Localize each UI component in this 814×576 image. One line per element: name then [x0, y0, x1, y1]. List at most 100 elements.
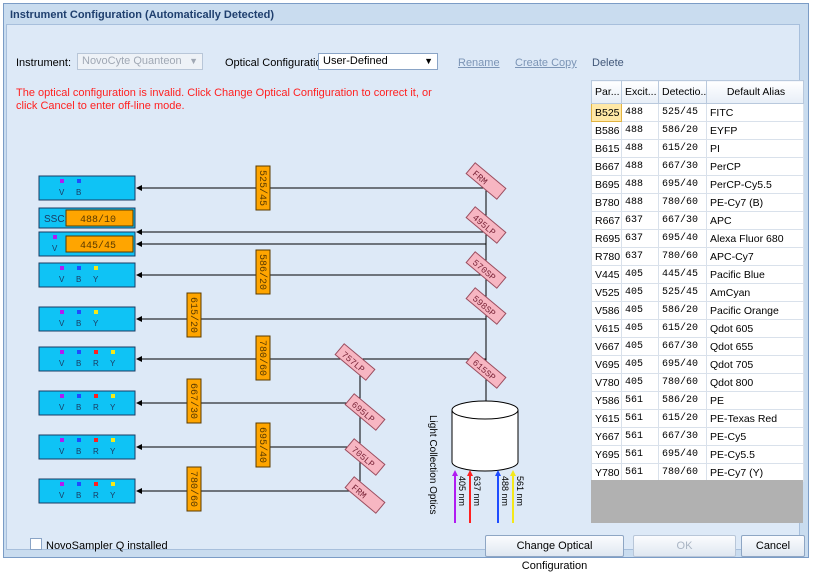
detector-dot	[77, 438, 81, 442]
parameter-table[interactable]: Par... Excit... Detectio... Default Alias B…	[591, 80, 804, 482]
parameter-cell: V695	[591, 355, 622, 374]
parameter-cell: Y667	[591, 427, 622, 446]
alias-cell: APC	[706, 211, 804, 230]
table-row[interactable]: B615 488 615/20 PI	[591, 139, 804, 158]
dichroic-mirror: 695LP	[344, 393, 386, 431]
alias-cell: PE-Cy7 (B)	[706, 193, 804, 212]
table-row[interactable]: V695 405 695/40 Qdot 705	[591, 355, 804, 374]
optics-label: Light Collection Optics	[427, 415, 438, 515]
table-empty-area	[591, 480, 803, 523]
detector-box	[38, 306, 136, 332]
table-row[interactable]: B525 488 525/45 FITC	[591, 103, 804, 122]
detector-letter: B	[76, 188, 81, 197]
detector-letter: B	[76, 491, 81, 500]
ok-button[interactable]: OK	[633, 535, 736, 557]
detector-letter: R	[93, 491, 99, 500]
detector-dot	[60, 482, 64, 486]
cancel-button[interactable]: Cancel	[741, 535, 805, 557]
detector-letter: V	[59, 275, 65, 284]
detector-box	[38, 434, 136, 460]
alias-cell: PerCP-Cy5.5	[706, 175, 804, 194]
table-row[interactable]: Y695 561 695/40 PE-Cy5.5	[591, 445, 804, 464]
detection-cell: 667/30	[658, 211, 707, 230]
detector-dot	[77, 350, 81, 354]
excitation-cell: 405	[621, 301, 659, 320]
alias-cell: APC-Cy7	[706, 247, 804, 266]
excitation-cell: 488	[621, 175, 659, 194]
table-row[interactable]: V445 405 445/45 Pacific Blue	[591, 265, 804, 284]
excitation-cell: 637	[621, 211, 659, 230]
excitation-cell: 561	[621, 445, 659, 464]
column-header[interactable]: Excit...	[621, 80, 659, 104]
detector-dot	[77, 179, 81, 183]
excitation-cell: 561	[621, 427, 659, 446]
detector-dot	[94, 394, 98, 398]
detector-dot	[111, 350, 115, 354]
detector-box	[38, 390, 136, 416]
detector-box	[38, 478, 136, 504]
detection-cell: 667/30	[658, 337, 707, 356]
column-header[interactable]: Par...	[591, 80, 622, 104]
parameter-cell: B667	[591, 157, 622, 176]
excitation-cell: 637	[621, 247, 659, 266]
detector-letter: Y	[110, 359, 116, 368]
alias-cell: Pacific Orange	[706, 301, 804, 320]
parameter-cell: Y586	[591, 391, 622, 410]
table-row[interactable]: Y780 561 780/60 PE-Cy7 (Y)	[591, 463, 804, 482]
table-row[interactable]: Y615 561 615/20 PE-Texas Red	[591, 409, 804, 428]
parameter-cell: B525	[591, 103, 622, 122]
detector-box	[38, 346, 136, 372]
table-row[interactable]: B667 488 667/30 PerCP	[591, 157, 804, 176]
detector-letter: Y	[110, 491, 116, 500]
table-row[interactable]: V525 405 525/45 AmCyan	[591, 283, 804, 302]
excitation-cell: 405	[621, 337, 659, 356]
alias-cell: AmCyan	[706, 283, 804, 302]
parameter-cell: Y780	[591, 463, 622, 482]
detection-cell: 695/40	[658, 229, 707, 248]
alias-cell: Alexa Fluor 680	[706, 229, 804, 248]
detection-cell: 780/60	[658, 247, 707, 266]
v-filter-label: 445/45	[80, 240, 116, 252]
excitation-cell: 637	[621, 229, 659, 248]
bandpass-filter-label: 615/20	[187, 297, 199, 333]
table-row[interactable]: V667 405 667/30 Qdot 655	[591, 337, 804, 356]
detection-cell: 586/20	[658, 391, 707, 410]
detector-dot	[94, 310, 98, 314]
table-row[interactable]: Y586 561 586/20 PE	[591, 391, 804, 410]
detector-letter: V	[59, 188, 65, 197]
detector-dot	[60, 310, 64, 314]
table-row[interactable]: V615 405 615/20 Qdot 605	[591, 319, 804, 338]
detector-letter: Y	[93, 319, 99, 328]
novosampler-checkbox[interactable]: NovoSampler Q installed	[30, 538, 168, 552]
detection-cell: 586/20	[658, 301, 707, 320]
detector-letter: V	[59, 403, 65, 412]
table-row[interactable]: R695 637 695/40 Alexa Fluor 680	[591, 229, 804, 248]
change-optical-config-button[interactable]: Change Optical Configuration	[485, 535, 624, 572]
detection-cell: 695/40	[658, 355, 707, 374]
parameter-cell: V525	[591, 283, 622, 302]
alias-cell: EYFP	[706, 121, 804, 140]
alias-cell: PE-Texas Red	[706, 409, 804, 428]
table-row[interactable]: B586 488 586/20 EYFP	[591, 121, 804, 140]
detection-cell: 667/30	[658, 157, 707, 176]
table-row[interactable]: B695 488 695/40 PerCP-Cy5.5	[591, 175, 804, 194]
alias-cell: FITC	[706, 103, 804, 122]
table-row[interactable]: V586 405 586/20 Pacific Orange	[591, 301, 804, 320]
detector-dot	[53, 235, 57, 239]
detector-letter: R	[93, 359, 99, 368]
table-row[interactable]: B780 488 780/60 PE-Cy7 (B)	[591, 193, 804, 212]
detection-cell: 780/60	[658, 373, 707, 392]
checkbox-box[interactable]	[30, 538, 42, 550]
table-row[interactable]: Y667 561 667/30 PE-Cy5	[591, 427, 804, 446]
detector-letter: Y	[110, 447, 116, 456]
table-row[interactable]: R780 637 780/60 APC-Cy7	[591, 247, 804, 266]
optics-cylinder-top	[451, 400, 519, 420]
table-row[interactable]: R667 637 667/30 APC	[591, 211, 804, 230]
parameter-cell: B615	[591, 139, 622, 158]
column-header[interactable]: Detectio...	[658, 80, 707, 104]
detector-letter: V	[59, 359, 65, 368]
column-header[interactable]: Default Alias	[706, 80, 804, 104]
alias-cell: PE-Cy5.5	[706, 445, 804, 464]
table-row[interactable]: V780 405 780/60 Qdot 800	[591, 373, 804, 392]
parameter-cell: V445	[591, 265, 622, 284]
